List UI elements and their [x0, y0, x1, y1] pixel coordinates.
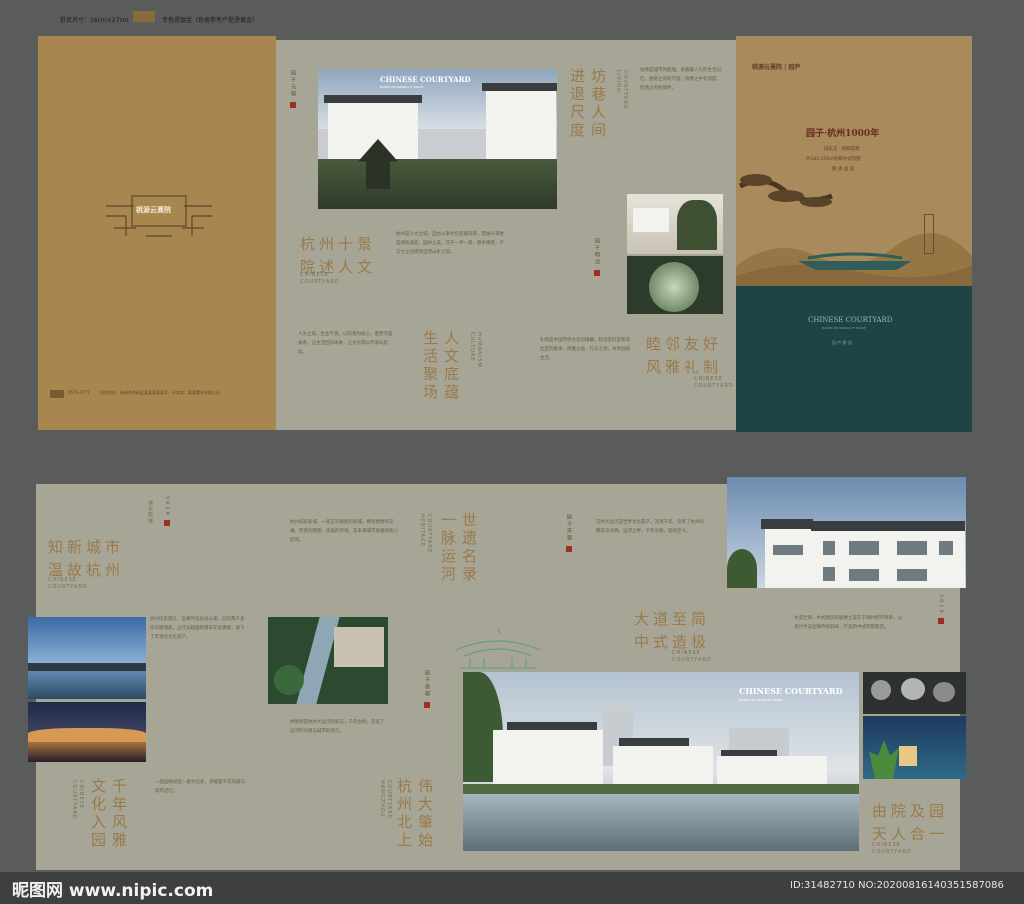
para-renwen: 人文之美，生生不息。以院落为核心，重塑邻里关系，让生活回归本真，让文化得以传承与… — [298, 332, 393, 355]
front-line2: 约185-230㎡纯粹中式院墅 — [806, 157, 861, 162]
front-logo: 桃源云熹院 | 园庐 — [752, 64, 801, 71]
tile-ornament-photo — [863, 672, 966, 714]
title-fangxiang: 坊巷人间进退尺度 — [568, 68, 607, 140]
title-qiannian-en: CHINESE COURTYARD — [71, 780, 84, 820]
back-cover-panel: 桃源云熹院 0571-2777 项目地址：杭州市余杭区某某路某某号 · 开发商：… — [38, 36, 276, 430]
title-youyuan-en: CHINESE COURTYARD — [872, 842, 912, 855]
back-logo: 桃源云熹院 — [136, 205, 171, 214]
title-shiyi-en: COURTYARD HERITAGE — [419, 514, 432, 554]
title-shiyi: 世遗名录一脉运河 — [439, 512, 478, 584]
footer-address: 项目地址：杭州市余杭区某某路某某号 · 开发商：某某置业有限公司 — [100, 390, 220, 395]
tag-tang: 园子唐朝 — [424, 670, 431, 708]
para-dadao: 大道至简，中式建筑的极致之美在于简约而不简单，以现代手法诠释传统韵味，打造新中式… — [794, 616, 902, 630]
garden-night-photo — [863, 716, 966, 779]
title-renwen: 人文底蕴生活聚场 — [421, 330, 460, 402]
seal-icon — [164, 520, 170, 527]
tag-a: 城东新城 — [147, 500, 153, 524]
para-xincheng: 杭州城东新城，一座正在崛起的新城。拥有便捷的交通、完善的配套、优美的环境，是未来… — [290, 520, 398, 543]
para-yuanlin: 一座园林就是一部文化史，承载着千年风雅与城市记忆。 — [155, 780, 245, 794]
courtyard-photo: CHINESE COURTYARD BASED ON ORIGIN OF TRA… — [318, 69, 557, 209]
seal-icon — [566, 545, 572, 552]
front-en-title: CHINESE COURTYARD — [808, 316, 893, 324]
para-gongchen: 拱宸桥是杭州大运河的标志，千年古桥，见证了运河的兴衰与城市的变迁。 — [290, 720, 385, 734]
watermark-id: ID:31482710 NO:20200816140351587086 — [790, 880, 1004, 891]
photo2-title: CHINESE COURTYARD — [739, 686, 843, 696]
title-mulin: 睦邻友好 风雅礼制 — [646, 335, 723, 376]
front-bottom: 园 庐 雅 居 — [832, 340, 852, 345]
canal-aerial-photo — [268, 617, 388, 704]
color-swatch — [133, 11, 155, 22]
year2: 2019 — [938, 594, 944, 625]
pavilion-line-icon — [455, 627, 541, 669]
para-mulin: 礼制是中国传统文化的精髓，睦邻友好是和谐社区的根本。风雅之居，礼乐之地，共享园居… — [540, 338, 630, 361]
para-lishi: 杭州历史悠久，自秦时设县治以来，已有两千多年的建城史。五代吴越国和南宋在此建都，… — [150, 617, 245, 640]
bridge-night-photo — [28, 702, 146, 762]
title-renwen-en: HUMANISM CULTURE — [469, 332, 482, 368]
seal-icon — [290, 101, 296, 108]
para-shiyi: 京杭大运河是世界文化遗产，流淌千年，孕育了杭州的繁华与文明。运河之畔，千年文脉，… — [596, 520, 704, 534]
seal-icon — [594, 269, 600, 276]
moon-gate-photo — [627, 256, 723, 314]
front-en-sub: BASED ON ORIGIN OF TRADE — [822, 326, 866, 330]
lake-villa-photo: CHINESE COURTYARD BASED ON ORIGIN OF TRA… — [463, 672, 859, 851]
front-line1: 城东正 · 纯粹院墅 — [824, 147, 860, 152]
footer-phone: 0571-2777 — [68, 390, 90, 395]
front-cover-bottom: CHINESE COURTYARD BASED ON ORIGIN OF TRA… — [736, 286, 972, 432]
seal-icon — [938, 618, 944, 625]
title-dadao-en: CHINESE COURTYARD — [672, 650, 712, 663]
courtyard-detail-photo — [627, 194, 723, 254]
year1: 2019 — [164, 496, 170, 527]
front-cover-top: 桃源云熹院 | 园庐 园子·杭州1000年 城东正 · 纯粹院墅 约185-23… — [736, 36, 972, 286]
photo1-sub: BASED ON ORIGIN OF TRADE — [380, 85, 424, 89]
villa-photo — [727, 477, 966, 588]
para-fangxiang: 坊巷是城市的肌理，承载着人们的生活记忆。进退之间有尺度，街巷之中有温度，院落之内… — [640, 68, 721, 91]
title-weida: 伟大肇始杭州北上 — [395, 778, 434, 850]
seal-icon — [424, 701, 430, 708]
photo1-title: CHINESE COURTYARD — [380, 75, 471, 84]
watermark-site: 昵图网 www.nipic.com — [12, 881, 214, 901]
title-weida-en: COURTYARD HANGZHOU — [379, 780, 392, 820]
logo-map-graphic — [106, 195, 212, 237]
photo2-sub: BASED ON ORIGIN OF TRADE — [739, 698, 783, 702]
title-dadao: 大道至简 中式造极 — [634, 610, 711, 651]
title-mulin-en: CHINESE COURTYARD — [694, 376, 734, 389]
tag-song: 园子宋朝 — [566, 514, 573, 552]
color-note: 专色烫银金（色按参考户型烫黄金） — [162, 17, 259, 24]
para-hangzhou: 杭州是人文之城，自古以来文化底蕴深厚，西湖十景更是闻名遐迩。园林之美，在于一步一… — [396, 232, 504, 255]
vertical-seal-box — [924, 214, 934, 254]
title-youyuan: 由院及园 天人合一 — [872, 802, 949, 843]
title-xincheng: 知新城市 温故杭州 — [48, 538, 125, 579]
spec-text: 折页尺寸：16cm×27cm — [60, 17, 129, 24]
title-hangzhou-en: CHINESE COURTYARD — [300, 272, 340, 285]
footer-logo-mark — [50, 390, 64, 398]
logo-map: 桃源云熹院 — [106, 192, 212, 242]
west-lake-photo — [28, 617, 146, 699]
title-qiannian: 千年风雅文化入园 — [89, 778, 128, 850]
title-xincheng-en: CHINESE COURTYARD — [48, 577, 88, 590]
tag-mingqing: 园子明清 — [594, 238, 601, 276]
pine-mountain-graphic — [736, 174, 972, 286]
front-slogan: 园子·杭州1000年 — [806, 129, 880, 139]
tag-yuan: 园子元朝 — [290, 70, 297, 108]
title-fangxiang-en: COURTYARD LIVING — [615, 70, 628, 110]
